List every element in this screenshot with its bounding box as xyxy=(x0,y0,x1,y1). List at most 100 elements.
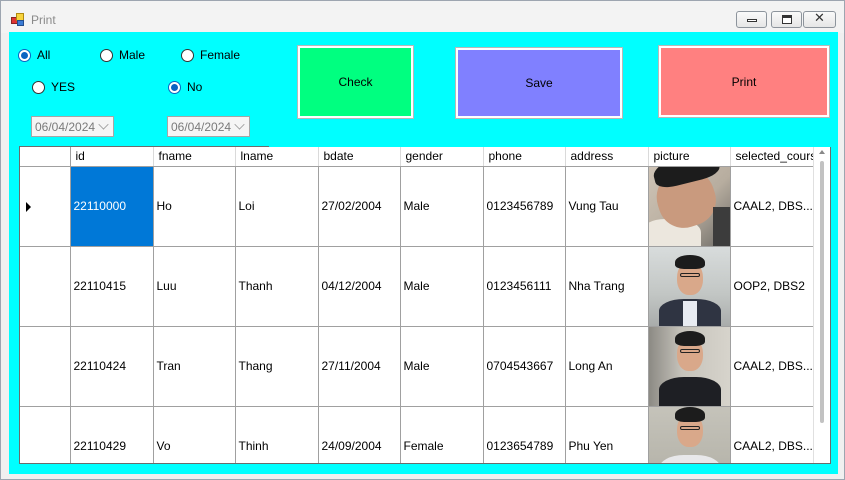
app-icon xyxy=(11,13,25,27)
grid-table: id fname lname bdate gender phone addres… xyxy=(20,147,824,463)
print-button[interactable]: Print xyxy=(658,45,830,118)
minimize-icon xyxy=(747,19,757,22)
cell-selected-course[interactable]: CAAL2, DBS... xyxy=(730,166,824,247)
students-grid[interactable]: id fname lname bdate gender phone addres… xyxy=(19,146,831,464)
minimize-button[interactable] xyxy=(736,11,767,28)
cell-bdate[interactable]: 24/09/2004 xyxy=(318,406,401,463)
title-bar: Print ✕ xyxy=(1,1,844,33)
cell-id[interactable]: 22110000 xyxy=(70,166,154,247)
table-row[interactable]: 22110415 Luu Thanh 04/12/2004 Male 01234… xyxy=(20,246,824,327)
column-header-fname[interactable]: fname xyxy=(153,147,236,167)
student-photo xyxy=(648,326,729,405)
date-to-picker[interactable]: 06/04/2024 xyxy=(167,116,250,137)
column-header-lname[interactable]: lname xyxy=(235,147,319,167)
cell-phone[interactable]: 0123456111 xyxy=(483,246,566,327)
vertical-scrollbar[interactable] xyxy=(813,147,830,463)
date-from-picker[interactable]: 06/04/2024 xyxy=(31,116,114,137)
radio-female-label: Female xyxy=(200,48,241,62)
column-header-id[interactable]: id xyxy=(70,147,154,167)
cell-address[interactable]: Vung Tau xyxy=(565,166,649,247)
grid-top-band xyxy=(269,145,831,147)
close-icon: ✕ xyxy=(814,11,825,26)
radio-male-dot xyxy=(100,48,113,62)
student-photo xyxy=(648,166,729,245)
cell-phone[interactable]: 0123654789 xyxy=(483,406,566,463)
cell-address[interactable]: Long An xyxy=(565,326,649,407)
column-header-phone[interactable]: phone xyxy=(483,147,566,167)
cell-id[interactable]: 22110429 xyxy=(70,406,154,463)
cell-picture[interactable] xyxy=(648,326,731,407)
cell-gender[interactable]: Female xyxy=(400,406,484,463)
radio-yes[interactable]: YES xyxy=(32,80,75,94)
cell-lname[interactable]: Thinh xyxy=(235,406,319,463)
cell-address[interactable]: Nha Trang xyxy=(565,246,649,327)
cell-fname[interactable]: Vo xyxy=(153,406,236,463)
close-button[interactable]: ✕ xyxy=(803,11,836,28)
cell-gender[interactable]: Male xyxy=(400,166,484,247)
radio-no-label: No xyxy=(187,80,203,94)
cell-phone[interactable]: 0704543667 xyxy=(483,326,566,407)
save-button[interactable]: Save xyxy=(455,47,623,119)
cell-phone[interactable]: 0123456789 xyxy=(483,166,566,247)
radio-female[interactable]: Female xyxy=(181,48,240,62)
cell-selected-course[interactable]: CAAL2, DBS... xyxy=(730,406,824,463)
scroll-thumb[interactable] xyxy=(820,161,824,423)
cell-gender[interactable]: Male xyxy=(400,246,484,327)
cell-selected-course[interactable]: OOP2, DBS2 xyxy=(730,246,824,327)
column-header-gender[interactable]: gender xyxy=(400,147,484,167)
row-header[interactable] xyxy=(20,246,71,327)
grid-header-row: id fname lname bdate gender phone addres… xyxy=(20,147,824,167)
radio-all[interactable]: All xyxy=(18,48,50,62)
cell-lname[interactable]: Thanh xyxy=(235,246,319,327)
cell-gender[interactable]: Male xyxy=(400,326,484,407)
table-row[interactable]: 22110429 Vo Thinh 24/09/2004 Female 0123… xyxy=(20,406,824,463)
cell-fname[interactable]: Tran xyxy=(153,326,236,407)
row-header-corner xyxy=(20,147,71,167)
radio-female-dot xyxy=(181,48,194,62)
row-header[interactable] xyxy=(20,166,71,247)
maximize-button[interactable] xyxy=(771,11,802,28)
row-header[interactable] xyxy=(20,406,71,463)
radio-yes-label: YES xyxy=(51,80,76,94)
column-header-selected-course[interactable]: selected_course xyxy=(730,147,824,167)
table-row[interactable]: 22110424 Tran Thang 27/11/2004 Male 0704… xyxy=(20,326,824,407)
date-from-value: 06/04/2024 xyxy=(35,119,96,134)
cell-id[interactable]: 22110415 xyxy=(70,246,154,327)
radio-male[interactable]: Male xyxy=(100,48,145,62)
radio-male-label: Male xyxy=(119,48,146,62)
radio-all-label: All xyxy=(37,48,51,62)
cell-picture[interactable] xyxy=(648,166,731,247)
radio-no-dot xyxy=(168,80,181,94)
maximize-icon xyxy=(782,15,792,24)
radio-no[interactable]: No xyxy=(168,80,202,94)
column-header-picture[interactable]: picture xyxy=(648,147,731,167)
chevron-down-icon[interactable] xyxy=(234,119,245,130)
cell-bdate[interactable]: 04/12/2004 xyxy=(318,246,401,327)
column-header-bdate[interactable]: bdate xyxy=(318,147,401,167)
cell-id[interactable]: 22110424 xyxy=(70,326,154,407)
cell-lname[interactable]: Thang xyxy=(235,326,319,407)
student-photo xyxy=(648,246,729,325)
cell-address[interactable]: Phu Yen xyxy=(565,406,649,463)
radio-yes-dot xyxy=(32,80,45,94)
row-header[interactable] xyxy=(20,326,71,407)
form-client-area: All Male Female YES No 06/04/2024 06/04/… xyxy=(9,32,838,474)
cell-picture[interactable] xyxy=(648,246,731,327)
cell-selected-course[interactable]: CAAL2, DBS... xyxy=(730,326,824,407)
cell-picture[interactable] xyxy=(648,406,731,463)
chevron-down-icon[interactable] xyxy=(98,119,109,130)
table-row[interactable]: 22110000 Ho Loi 27/02/2004 Male 01234567… xyxy=(20,166,824,247)
cell-bdate[interactable]: 27/02/2004 xyxy=(318,166,401,247)
current-row-arrow-icon xyxy=(26,201,31,212)
cell-bdate[interactable]: 27/11/2004 xyxy=(318,326,401,407)
date-to-value: 06/04/2024 xyxy=(171,119,232,134)
student-photo xyxy=(648,406,729,463)
window-title: Print xyxy=(31,13,56,27)
cell-fname[interactable]: Ho xyxy=(153,166,236,247)
scroll-up-arrow-icon[interactable] xyxy=(819,150,825,154)
check-button[interactable]: Check xyxy=(297,45,414,119)
cell-fname[interactable]: Luu xyxy=(153,246,236,327)
print-window: Print ✕ All Male Female YES No 06/04/202… xyxy=(0,0,845,480)
cell-lname[interactable]: Loi xyxy=(235,166,319,247)
column-header-address[interactable]: address xyxy=(565,147,649,167)
